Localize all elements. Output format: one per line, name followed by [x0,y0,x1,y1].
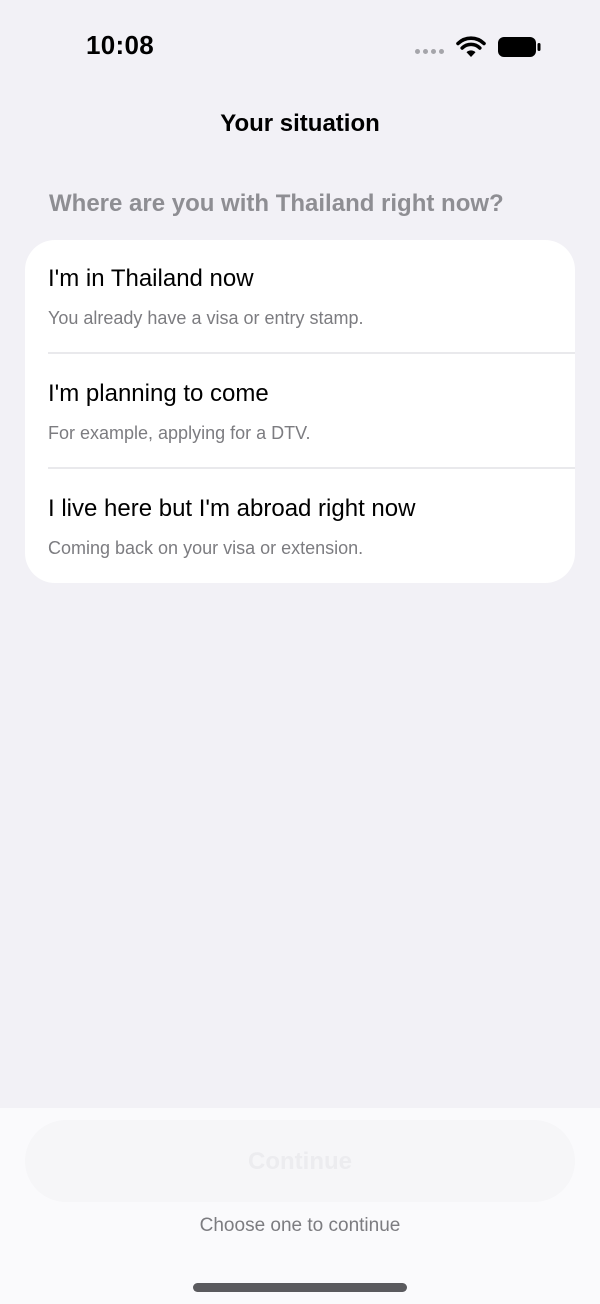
status-bar: 10:08 [0,0,600,96]
option-living-abroad[interactable]: I live here but I'm abroad right now Com… [25,470,575,583]
option-in-thailand[interactable]: I'm in Thailand now You already have a v… [25,240,575,354]
wifi-icon [456,36,486,57]
option-title: I'm in Thailand now [48,265,254,292]
question-header: Where are you with Thailand right now? [49,190,504,217]
options-list: I'm in Thailand now You already have a v… [25,240,575,583]
continue-hint: Choose one to continue [199,1215,401,1236]
option-title: I live here but I'm abroad right now [48,495,416,522]
battery-icon [498,37,541,57]
option-title: I'm planning to come [48,380,269,407]
continue-button[interactable]: Continue [25,1120,575,1202]
option-subtitle: Coming back on your visa or extension. [48,538,364,558]
divider [48,467,575,469]
page-title: Your situation [220,110,380,137]
home-indicator[interactable] [193,1283,407,1292]
option-subtitle: For example, applying for a DTV. [48,423,311,443]
divider [48,352,575,354]
bottom-panel: Continue Choose one to continue [0,1108,600,1304]
option-planning-to-come[interactable]: I'm planning to come For example, applyi… [25,355,575,469]
status-icons [415,36,542,58]
option-subtitle: You already have a visa or entry stamp. [48,308,364,328]
signal-dots-icon [415,48,444,54]
status-time: 10:08 [86,30,154,60]
